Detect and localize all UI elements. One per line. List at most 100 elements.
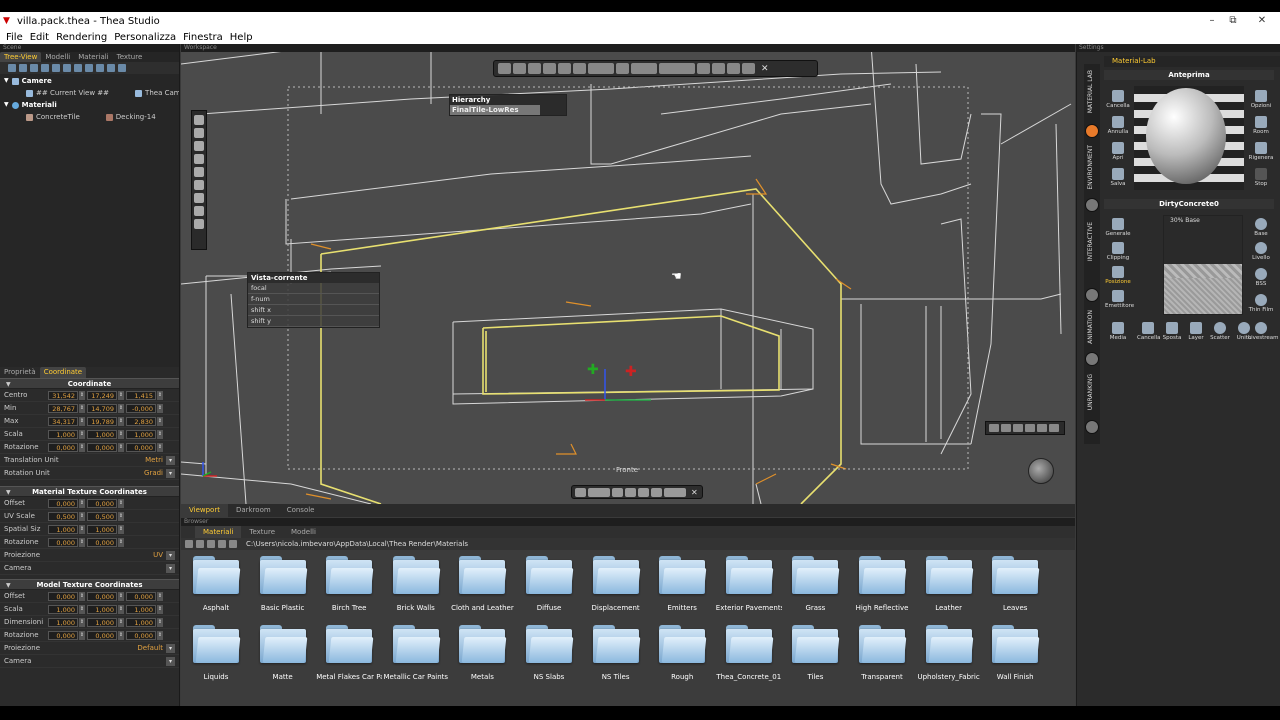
rotation-unit-value[interactable]: Gradi bbox=[84, 469, 166, 477]
transform-gizmo[interactable]: ✚ ✚ bbox=[585, 362, 651, 401]
number-field[interactable]: 0,000 bbox=[48, 498, 78, 508]
material-lab-icon[interactable] bbox=[1085, 124, 1099, 138]
light-icon[interactable] bbox=[85, 64, 93, 72]
move-icon[interactable] bbox=[558, 63, 571, 74]
number-field[interactable]: 0,000 bbox=[87, 442, 117, 452]
light-tool-icon[interactable] bbox=[194, 180, 204, 190]
grid-icon[interactable] bbox=[659, 63, 695, 74]
tab-console[interactable]: Console bbox=[279, 504, 323, 517]
camera-shiftx-row[interactable]: shift x bbox=[248, 305, 379, 316]
back-icon[interactable] bbox=[185, 540, 193, 548]
number-field[interactable]: 0,000 bbox=[126, 442, 156, 452]
navigation-globe-icon[interactable] bbox=[1028, 458, 1054, 484]
dropdown-arrow-icon[interactable]: ▾ bbox=[166, 468, 175, 478]
browser-path[interactable]: C:\Users\nicola.imbevaro\AppData\Local\T… bbox=[246, 540, 468, 548]
animation-icon[interactable] bbox=[1085, 352, 1099, 366]
material-folder[interactable]: Exterior Pavements bbox=[716, 556, 782, 618]
tree-group-cameras[interactable]: ▼ Camere bbox=[0, 75, 179, 87]
tab-proprieta[interactable]: Proprietà bbox=[0, 367, 40, 378]
number-field[interactable]: 0,000 bbox=[87, 630, 117, 640]
tab-browser-texture[interactable]: Texture bbox=[241, 526, 283, 538]
number-field[interactable]: 0,000 bbox=[87, 591, 117, 601]
edit-icon[interactable] bbox=[625, 487, 636, 497]
unranking-icon[interactable] bbox=[1085, 420, 1099, 434]
refresh-icon[interactable] bbox=[229, 540, 237, 548]
dropdown-arrow-icon[interactable]: ▾ bbox=[166, 563, 175, 573]
number-field[interactable]: 34,317 bbox=[48, 416, 78, 426]
lock-icon[interactable] bbox=[742, 63, 755, 74]
spinner-icon[interactable]: ⇕ bbox=[79, 537, 85, 547]
spinner-icon[interactable]: ⇕ bbox=[79, 390, 85, 400]
clipping-button[interactable]: Clipping bbox=[1105, 242, 1131, 261]
close-button[interactable]: ✕ bbox=[1248, 12, 1276, 30]
vtab-material-lab[interactable]: MATERIAL LAB bbox=[1087, 70, 1094, 113]
layer-move-button[interactable]: Sposta bbox=[1161, 322, 1183, 341]
spinner-icon[interactable]: ⇕ bbox=[118, 630, 124, 640]
section-material-texture[interactable]: Material Texture Coordinates bbox=[0, 486, 179, 498]
vtab-interactive[interactable]: INTERACTIVE bbox=[1087, 222, 1094, 261]
spinner-icon[interactable]: ⇕ bbox=[118, 429, 124, 439]
tree-camera-item[interactable]: Thea Camera Path bbox=[109, 87, 179, 99]
number-field[interactable]: -0,000 bbox=[126, 403, 156, 413]
group-icon[interactable] bbox=[41, 64, 49, 72]
material-folder[interactable]: Basic Plastic bbox=[250, 556, 316, 618]
search-icon[interactable] bbox=[196, 540, 204, 548]
zoom-icon[interactable] bbox=[498, 63, 511, 74]
vtab-animation[interactable]: ANIMATION bbox=[1087, 310, 1094, 344]
dropdown-arrow-icon[interactable]: ▾ bbox=[166, 656, 175, 666]
material-folder[interactable]: Leather bbox=[916, 556, 982, 618]
material-folder[interactable]: Rough bbox=[649, 625, 715, 687]
material-folder[interactable]: Cloth and Leather bbox=[449, 556, 515, 618]
fit-icon[interactable] bbox=[194, 167, 204, 177]
material-folder[interactable]: Brick Walls bbox=[383, 556, 449, 618]
number-field[interactable]: 0,000 bbox=[48, 630, 78, 640]
measure-icon[interactable] bbox=[194, 206, 204, 216]
tab-modelli[interactable]: Modelli bbox=[41, 52, 74, 62]
number-field[interactable]: 0,000 bbox=[87, 537, 117, 547]
spinner-icon[interactable]: ⇕ bbox=[79, 403, 85, 413]
number-field[interactable]: 1,000 bbox=[87, 617, 117, 627]
spinner-icon[interactable]: ⇕ bbox=[157, 591, 163, 601]
material-folder[interactable]: Transparent bbox=[849, 625, 915, 687]
spinner-icon[interactable]: ⇕ bbox=[118, 511, 124, 521]
number-field[interactable]: 1,000 bbox=[126, 429, 156, 439]
camera-view-icon[interactable] bbox=[727, 63, 740, 74]
tree-material-item[interactable]: Decking-14 bbox=[80, 111, 156, 123]
number-field[interactable]: 0,000 bbox=[126, 630, 156, 640]
spinner-icon[interactable]: ⇕ bbox=[157, 442, 163, 452]
frame-icon[interactable] bbox=[712, 63, 725, 74]
tab-tree-view[interactable]: Tree-View bbox=[0, 52, 42, 62]
material-folder[interactable]: High Reflective bbox=[849, 556, 915, 618]
orbit-icon[interactable] bbox=[194, 128, 204, 138]
display-mode-icon[interactable] bbox=[631, 63, 657, 74]
number-field[interactable]: 28,767 bbox=[48, 403, 78, 413]
material-folder[interactable]: Upholstery_Fabric bbox=[916, 625, 982, 687]
dropdown-arrow-icon[interactable]: ▾ bbox=[166, 550, 175, 560]
hierarchy-item[interactable]: FinalTile-LowRes bbox=[450, 105, 540, 115]
tree-group-materials[interactable]: ▼ Materiali bbox=[0, 99, 179, 111]
mini-tool-1-icon[interactable] bbox=[989, 424, 999, 432]
stop-button[interactable]: Stop bbox=[1248, 168, 1274, 187]
salva-button[interactable]: Salva bbox=[1105, 168, 1131, 187]
rigenera-button[interactable]: Rigenera bbox=[1248, 142, 1274, 161]
mini-tool-5-icon[interactable] bbox=[1037, 424, 1047, 432]
room-button[interactable]: Room bbox=[1248, 116, 1274, 135]
tree-camera-item[interactable]: ## Current View ## bbox=[0, 87, 109, 99]
number-field[interactable]: 0,000 bbox=[48, 537, 78, 547]
material-folder[interactable]: Grass bbox=[782, 556, 848, 618]
number-field[interactable]: 1,000 bbox=[87, 524, 117, 534]
tab-browser-modelli[interactable]: Modelli bbox=[283, 526, 324, 538]
spinner-icon[interactable]: ⇕ bbox=[157, 429, 163, 439]
mini-tool-2-icon[interactable] bbox=[1001, 424, 1011, 432]
section-icon[interactable] bbox=[194, 193, 204, 203]
layer-scatter-button[interactable]: Scatter bbox=[1209, 322, 1231, 341]
tab-viewport[interactable]: Viewport bbox=[181, 504, 228, 517]
camera-icon[interactable] bbox=[74, 64, 82, 72]
material-folder[interactable]: Wall Finish bbox=[982, 625, 1048, 687]
layer-label[interactable]: 30% Base bbox=[1170, 217, 1200, 224]
dropdown-arrow-icon[interactable]: ▾ bbox=[166, 455, 175, 465]
livello-button[interactable]: Livello bbox=[1248, 242, 1274, 261]
spinner-icon[interactable]: ⇕ bbox=[79, 630, 85, 640]
posizione-button[interactable]: Posizione bbox=[1105, 266, 1131, 285]
camera-shifty-row[interactable]: shift y bbox=[248, 316, 379, 327]
